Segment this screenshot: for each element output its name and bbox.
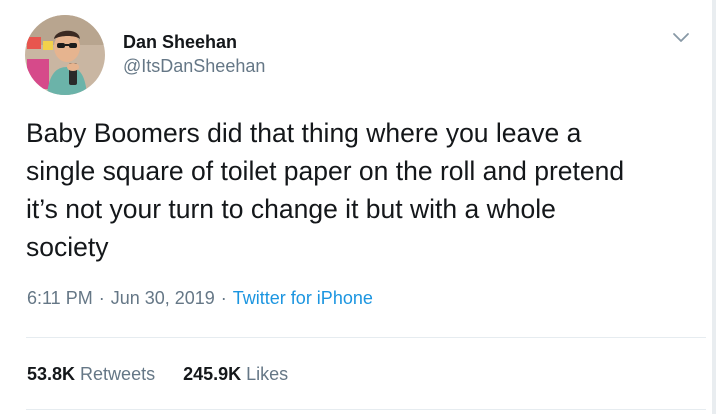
avatar[interactable] [25,15,105,95]
retweets-count: 53.8K [27,364,76,384]
tweet-card: Dan Sheehan @ItsDanSheehan Baby Boomers … [0,0,716,414]
likes-label: Likes [246,364,289,384]
screen-edge [712,0,716,414]
tweet-source-link[interactable]: Twitter for iPhone [233,288,373,308]
likes-count: 245.9K [183,364,242,384]
tweet-text: Baby Boomers did that thing where you le… [26,118,625,262]
tweet-stats: 53.8K Retweets 245.9K Likes [27,364,288,385]
chevron-down-icon[interactable] [671,30,691,46]
divider [26,409,706,410]
retweets-stat[interactable]: 53.8K Retweets [27,364,155,384]
divider [26,337,706,338]
tweet-meta: 6:11 PM · Jun 30, 2019 · Twitter for iPhone [27,288,373,309]
meta-separator: · [98,288,105,308]
display-name[interactable]: Dan Sheehan [123,32,237,53]
retweets-label: Retweets [80,364,156,384]
tweet-time[interactable]: 6:11 PM [27,288,93,308]
tweet-date[interactable]: Jun 30, 2019 [111,288,215,308]
user-handle[interactable]: @ItsDanSheehan [123,56,265,77]
profile-photo-icon [25,15,105,95]
meta-separator: · [220,288,227,308]
likes-stat[interactable]: 245.9K Likes [183,364,288,384]
